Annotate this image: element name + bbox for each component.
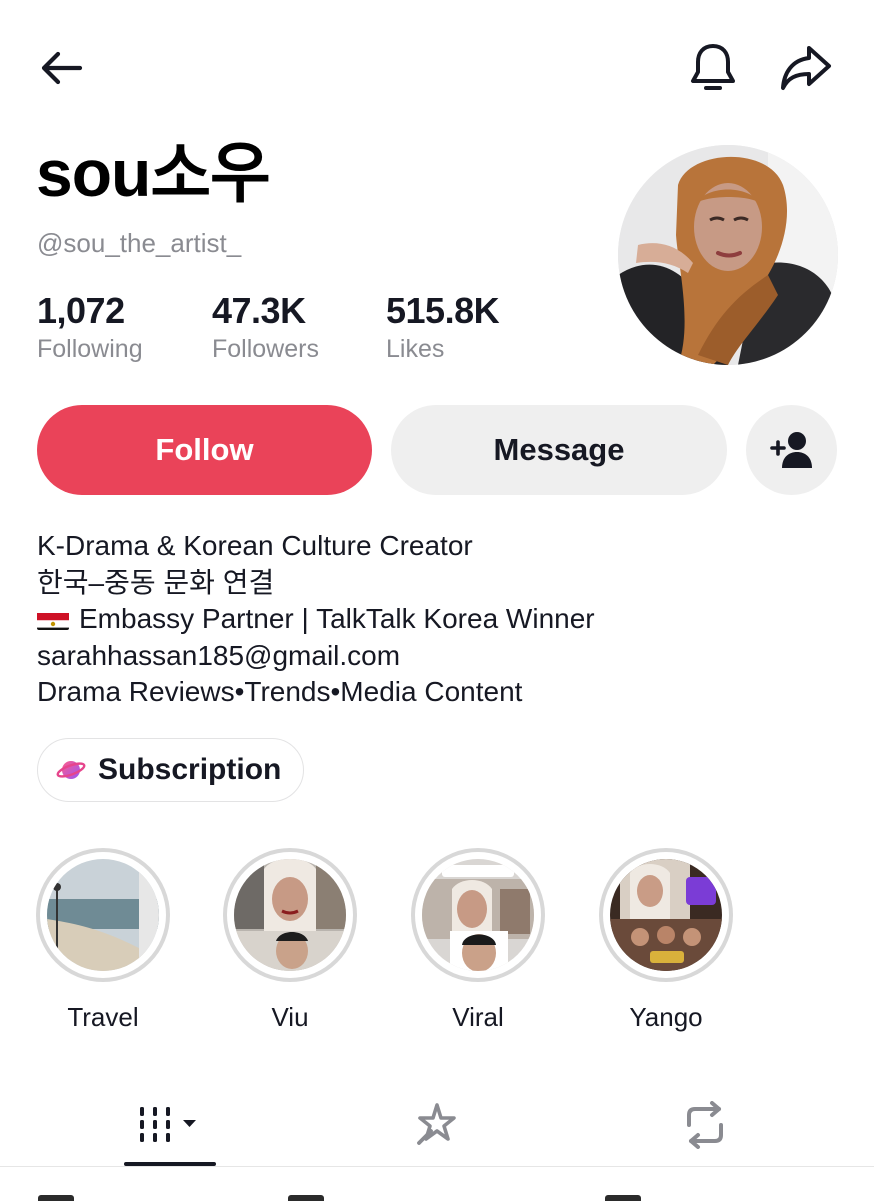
follow-button[interactable]: Follow (37, 405, 372, 495)
repost-icon (687, 1101, 723, 1149)
planet-icon (56, 761, 86, 779)
bell-icon (691, 44, 735, 90)
grid-item-peek (605, 1195, 641, 1201)
egypt-flag-icon (37, 608, 69, 630)
person-add-icon (769, 432, 812, 468)
grid-bars-icon (140, 1107, 196, 1142)
highlight-label: Viu (271, 1002, 309, 1032)
content-grid-peek (0, 1167, 874, 1201)
bio-line-text: Embassy Partner | TalkTalk Korea Winner (79, 603, 595, 634)
highlight-thumbnail (422, 859, 534, 971)
username[interactable]: @sou_the_artist_ (37, 228, 241, 259)
sparkle-wand-icon (417, 1103, 456, 1145)
back-button[interactable] (32, 38, 92, 98)
display-name: sou소우 (36, 136, 271, 210)
likes-label: Likes (386, 335, 445, 364)
notifications-button[interactable] (683, 38, 743, 98)
highlight-yango[interactable]: Yango (599, 848, 733, 1033)
followers-count: 47.3K (212, 290, 306, 331)
highlight-viu[interactable]: Viu (223, 848, 357, 1033)
highlight-viral[interactable]: Viral (411, 848, 545, 1033)
grid-item-peek (38, 1195, 74, 1201)
following-label: Following (37, 335, 143, 364)
likes-count: 515.8K (386, 290, 500, 331)
tab-videos[interactable] (124, 1092, 216, 1158)
share-arrow-icon (781, 46, 831, 90)
highlight-thumbnail (47, 859, 159, 971)
arrow-left-icon (41, 51, 83, 85)
grid-item-peek (288, 1195, 324, 1201)
subscription-button[interactable]: Subscription (37, 738, 305, 802)
highlight-thumbnail (234, 859, 346, 971)
highlight-thumbnail (610, 859, 722, 971)
highlight-label: Yango (629, 1002, 703, 1032)
following-count: 1,072 (37, 290, 125, 331)
highlight-travel[interactable]: Travel (36, 848, 170, 1033)
bio-line: Drama Reviews•Trends•Media Content (37, 676, 523, 707)
avatar[interactable] (618, 145, 838, 365)
highlight-label: Viral (452, 1002, 504, 1032)
followers-label: Followers (212, 335, 319, 364)
bio-email[interactable]: sarahhassan185@gmail.com (37, 638, 595, 675)
add-friend-button[interactable] (746, 405, 837, 495)
likes-stat[interactable]: 515.8K Likes (386, 290, 500, 364)
tab-liked[interactable] (400, 1092, 474, 1158)
bio-line: K-Drama & Korean Culture Creator (37, 530, 473, 561)
tab-reposts[interactable] (668, 1092, 742, 1158)
message-button[interactable]: Message (391, 405, 727, 495)
highlight-label: Travel (67, 1002, 139, 1032)
bio-line: 한국–중동 문화 연결 (37, 566, 275, 598)
following-stat[interactable]: 1,072 Following (37, 290, 143, 364)
followers-stat[interactable]: 47.3K Followers (212, 290, 319, 364)
bio: K-Drama & Korean Culture Creator 한국–중동 문… (37, 528, 595, 711)
share-button[interactable] (776, 38, 836, 98)
avatar-photo (618, 145, 838, 365)
subscription-label: Subscription (98, 753, 282, 786)
bio-line: Embassy Partner | TalkTalk Korea Winner (37, 601, 595, 638)
